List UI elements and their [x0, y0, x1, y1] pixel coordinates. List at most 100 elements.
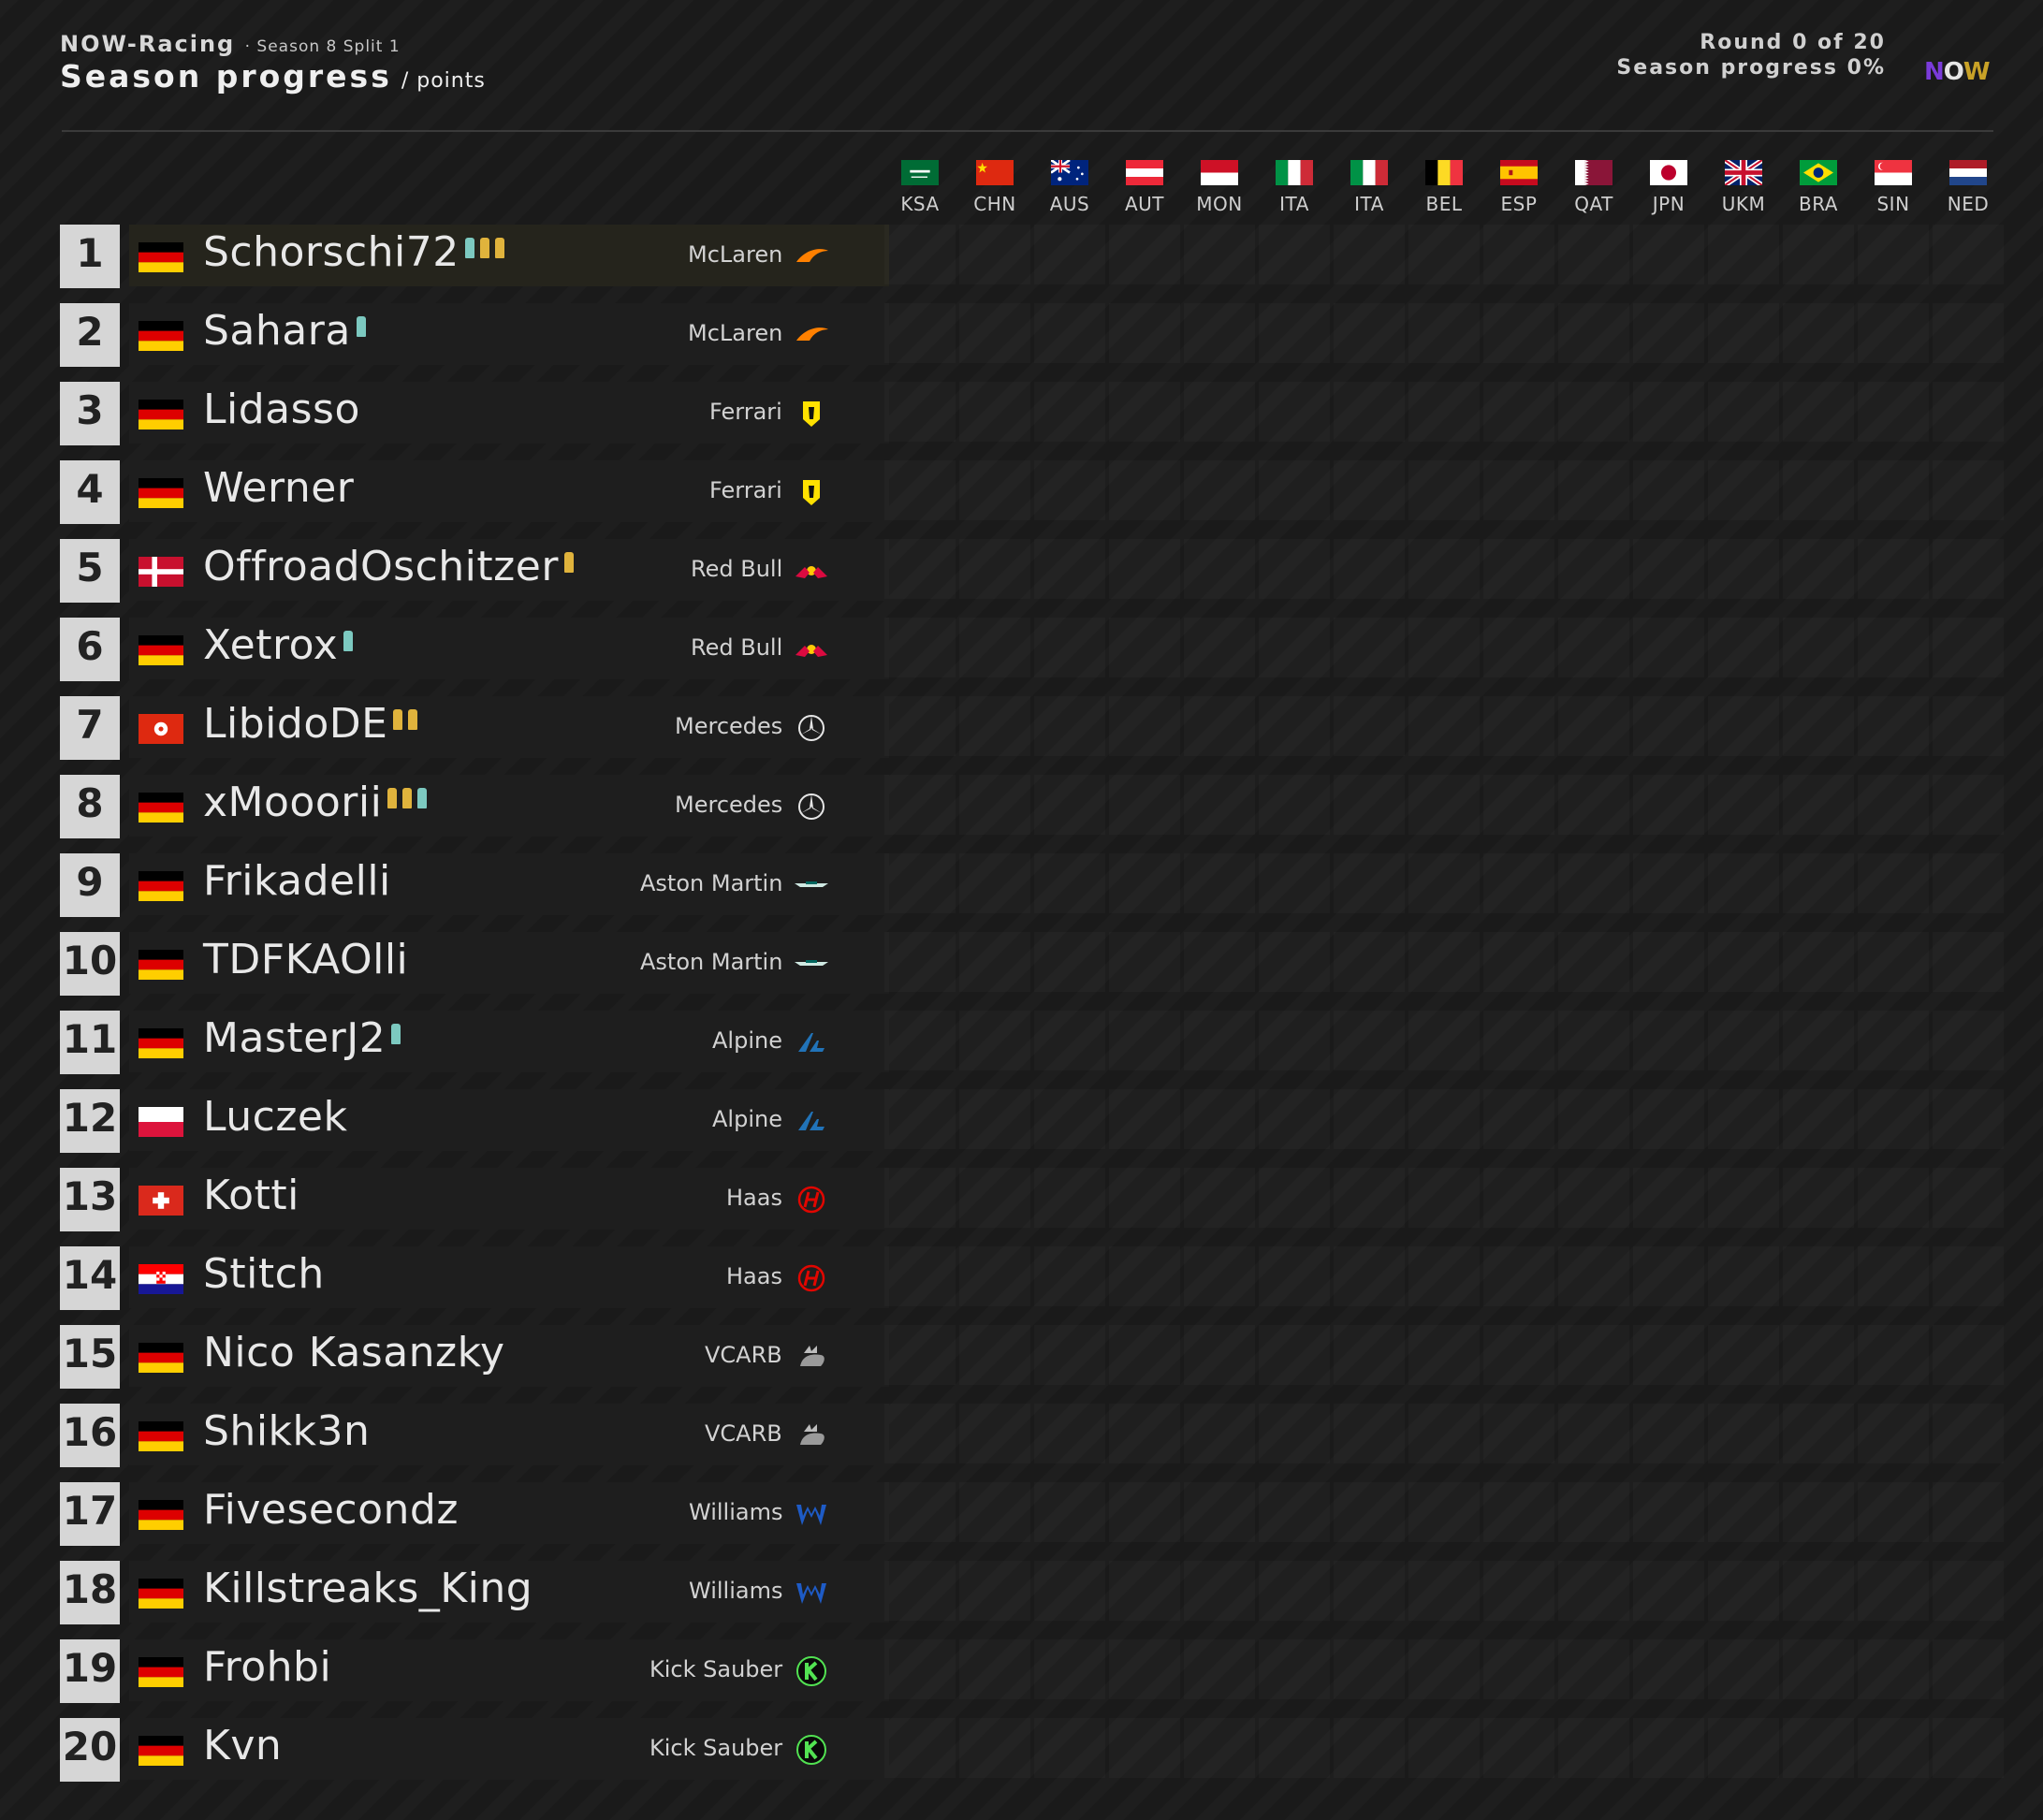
- points-cell: [1633, 1561, 1704, 1621]
- redbull-logo-icon: [791, 552, 832, 590]
- driver-name: Stitch: [203, 1250, 325, 1298]
- driver-name: LibidoDE: [203, 700, 418, 748]
- points-cell: [1109, 225, 1180, 284]
- points-cell: [1708, 460, 1779, 520]
- race-column-ita: ITA: [1332, 160, 1407, 215]
- points-cell: [1633, 460, 1704, 520]
- points-cell: [1184, 696, 1255, 756]
- gold-trophy-icon: [479, 238, 489, 258]
- points-cell: [1858, 1639, 1929, 1699]
- points-cell: [1483, 1325, 1554, 1385]
- points-cell: [1783, 539, 1854, 599]
- points-cell: [1109, 303, 1180, 363]
- driver-name: Xetrox: [203, 621, 354, 669]
- driver-name: OffroadOschitzer: [203, 543, 574, 590]
- points-cell: [1109, 1639, 1180, 1699]
- points-cell: [1259, 1089, 1330, 1149]
- race-code: ESP: [1500, 193, 1538, 215]
- points-cell: [884, 1639, 956, 1699]
- flag-hk-icon: [139, 714, 183, 744]
- race-column-sin: SIN: [1856, 160, 1931, 215]
- points-cell: [1858, 1246, 1929, 1306]
- race-code: JPN: [1652, 193, 1685, 215]
- points-cell: [1708, 1325, 1779, 1385]
- points-cell: [1184, 1168, 1255, 1228]
- position-badge: 11: [60, 1011, 120, 1074]
- points-cell: [1558, 1404, 1629, 1463]
- points-cell: [1708, 539, 1779, 599]
- points-cell: [1259, 1011, 1330, 1070]
- points-cell: [1558, 1011, 1629, 1070]
- points-cell: [1408, 225, 1480, 284]
- points-cell: [1633, 1168, 1704, 1228]
- points-cell: [1558, 932, 1629, 992]
- flag-sa-icon: [901, 160, 939, 185]
- points-cell: [1558, 225, 1629, 284]
- flag-de-icon: [139, 1736, 183, 1766]
- race-code: AUT: [1124, 193, 1165, 215]
- points-cell: [1708, 1168, 1779, 1228]
- points-cell: [1708, 303, 1779, 363]
- points-cell: [1633, 1246, 1704, 1306]
- flag-de-icon: [139, 1421, 183, 1451]
- team-name: Mercedes: [675, 792, 783, 818]
- points-cell: [1558, 1168, 1629, 1228]
- points-cell: [1034, 539, 1105, 599]
- driver-name-text: Schorschi72: [203, 228, 460, 276]
- points-cell: [1109, 775, 1180, 835]
- points-cell: [884, 1325, 956, 1385]
- flag-de-icon: [139, 242, 183, 272]
- points-cell: [1933, 1639, 2004, 1699]
- points-cell: [1783, 1561, 1854, 1621]
- points-cell: [1184, 618, 1255, 677]
- points-cell: [1109, 1718, 1180, 1778]
- position-badge: 8: [60, 775, 120, 838]
- team-name: Red Bull: [691, 556, 783, 582]
- race-code: MON: [1196, 193, 1243, 215]
- points-cell: [1184, 382, 1255, 442]
- position-badge: 1: [60, 225, 120, 288]
- flag-br-icon: [1800, 160, 1837, 185]
- race-code: AUS: [1049, 193, 1090, 215]
- logo-letter-n: N: [1924, 58, 1945, 86]
- position-badge: 12: [60, 1089, 120, 1153]
- points-cell: [1184, 932, 1255, 992]
- points-cell: [884, 853, 956, 913]
- points-cell: [1483, 1482, 1554, 1542]
- position-badge: 20: [60, 1718, 120, 1782]
- points-cell: [1933, 853, 2004, 913]
- flag-de-icon: [139, 478, 183, 508]
- points-cell: [959, 460, 1030, 520]
- points-cell: [1334, 1404, 1405, 1463]
- points-cell: [1483, 460, 1554, 520]
- points-cell: [959, 1168, 1030, 1228]
- sauber-logo-icon: [791, 1653, 832, 1690]
- team-name: Kick Sauber: [649, 1656, 783, 1682]
- brand-name: NOW-Racing: [60, 31, 236, 57]
- points-cell: [1933, 1246, 2004, 1306]
- points-cell: [1933, 225, 2004, 284]
- points-cell: [1408, 1089, 1480, 1149]
- points-cell: [1259, 1404, 1330, 1463]
- race-code: NED: [1947, 193, 1990, 215]
- points-cell: [1034, 853, 1105, 913]
- now-logo: NOW: [1924, 58, 1991, 86]
- ferrari-logo-icon: [791, 473, 832, 511]
- points-cell: [1259, 696, 1330, 756]
- points-cell: [1483, 382, 1554, 442]
- flag-de-icon: [139, 1500, 183, 1530]
- points-cell: [1933, 539, 2004, 599]
- points-cell: [1034, 1718, 1105, 1778]
- team-name: McLaren: [688, 320, 783, 346]
- points-cell: [1408, 696, 1480, 756]
- points-cell: [959, 1639, 1030, 1699]
- points-cell: [884, 1718, 956, 1778]
- position-badge: 2: [60, 303, 120, 367]
- points-cell: [1034, 696, 1105, 756]
- points-cell: [884, 1011, 956, 1070]
- points-cell: [1558, 1325, 1629, 1385]
- points-cell: [1259, 1718, 1330, 1778]
- points-cell: [1483, 303, 1554, 363]
- flag-es-icon: [1500, 160, 1538, 185]
- points-cell: [1633, 932, 1704, 992]
